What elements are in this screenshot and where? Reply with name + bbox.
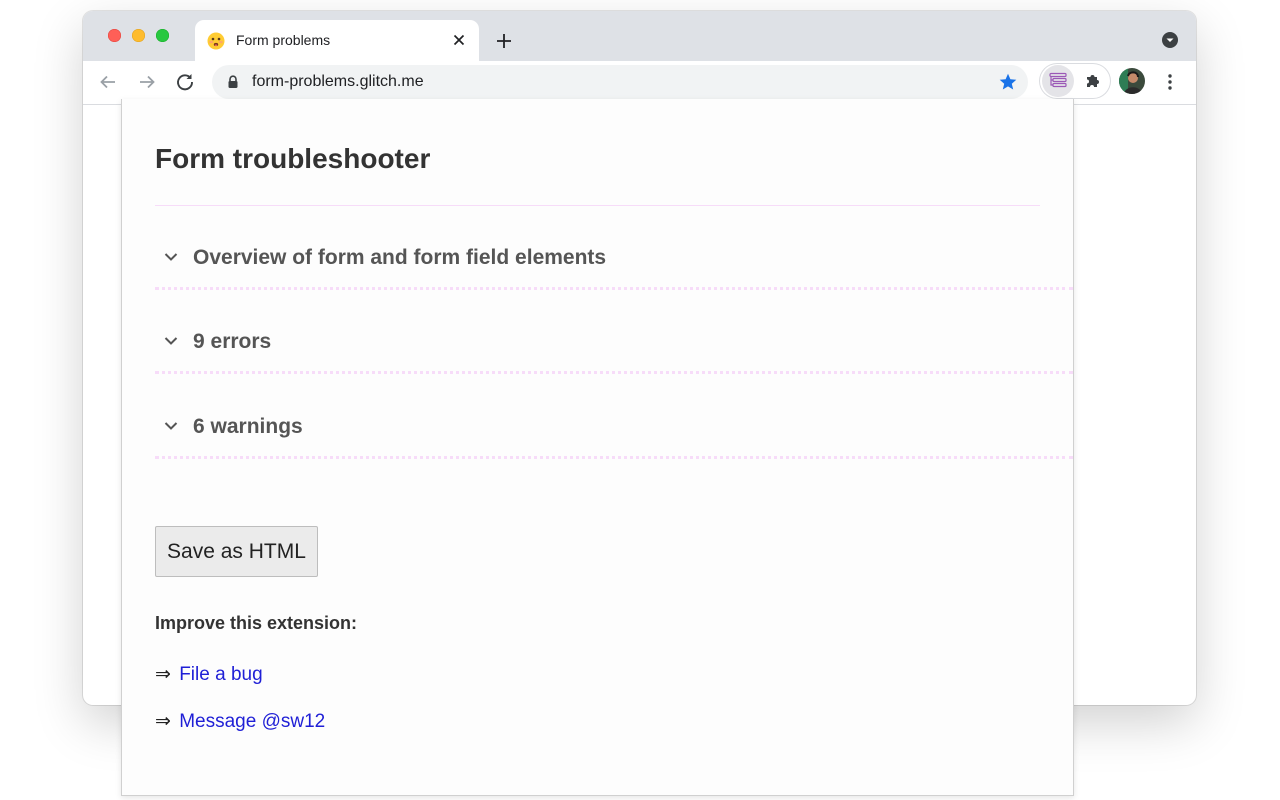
address-bar[interactable]: form-problems.glitch.me (212, 65, 1028, 99)
close-window-button[interactable] (108, 29, 121, 42)
close-tab-icon[interactable] (451, 32, 467, 48)
section-divider (155, 456, 1073, 459)
message-link[interactable]: Message @sw12 (179, 711, 325, 732)
file-bug-link[interactable]: File a bug (179, 664, 262, 685)
tab-search-icon[interactable] (1161, 31, 1179, 49)
url-text: form-problems.glitch.me (252, 73, 424, 90)
section-label: 9 errors (193, 330, 272, 353)
back-arrow-icon[interactable] (97, 71, 119, 93)
chevron-down-icon (164, 337, 178, 345)
form-troubleshooter-extension-icon (1049, 72, 1067, 88)
warnings-section[interactable]: 6 warnings (155, 415, 1073, 502)
zoom-window-button[interactable] (156, 29, 169, 42)
lock-icon (228, 75, 238, 88)
title-divider (155, 205, 1040, 206)
avatar[interactable] (1119, 68, 1145, 94)
improve-heading: Improve this extension: (155, 613, 358, 633)
tab-strip: Form problems (83, 11, 1196, 61)
section-label: 6 warnings (193, 415, 303, 438)
extension-popup: Form troubleshooter Overview of form and… (121, 99, 1074, 796)
minimize-window-button[interactable] (132, 29, 145, 42)
reload-icon[interactable] (174, 71, 196, 93)
profile-photo (1119, 68, 1145, 94)
file-bug-row: ⇒ File a bug (155, 663, 263, 686)
form-troubleshooter-extension-button[interactable] (1042, 65, 1074, 97)
extensions-area (1040, 64, 1110, 98)
puzzle-icon[interactable] (1084, 72, 1102, 90)
star-icon[interactable] (998, 72, 1018, 92)
popup-title: Form troubleshooter (155, 143, 431, 174)
save-as-html-button[interactable]: Save as HTML (155, 526, 318, 577)
kebab-menu-icon[interactable] (1161, 72, 1179, 92)
section-divider (155, 371, 1073, 374)
forward-arrow-icon[interactable] (136, 71, 158, 93)
section-label: Overview of form and form field elements (193, 246, 607, 269)
message-row: ⇒ Message @sw12 (155, 710, 325, 733)
overview-section[interactable]: Overview of form and form field elements (155, 246, 1073, 333)
new-tab-icon[interactable] (495, 32, 513, 50)
errors-section[interactable]: 9 errors (155, 330, 1073, 417)
section-divider (155, 287, 1073, 290)
active-tab[interactable]: Form problems (195, 20, 479, 61)
flushed-face-emoji-icon (207, 32, 225, 50)
chevron-down-icon (164, 253, 178, 261)
arrow-icon: ⇒ (155, 664, 171, 685)
arrow-icon: ⇒ (155, 711, 171, 732)
chevron-down-icon (164, 422, 178, 430)
tab-title: Form problems (236, 32, 331, 48)
